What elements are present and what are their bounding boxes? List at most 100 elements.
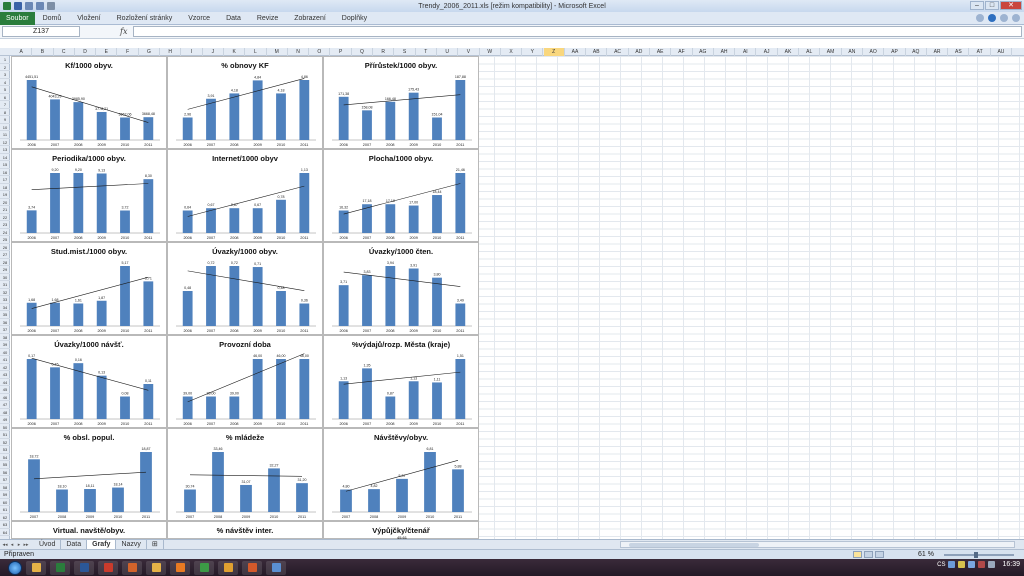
save-icon[interactable] [14, 2, 22, 10]
language-indicator[interactable]: CS [937, 562, 945, 568]
row-header[interactable]: 38 [0, 334, 10, 341]
taskbar-chrome-icon[interactable] [194, 560, 214, 575]
chart[interactable]: % mládeže 30,74 2007 33,46 2008 31,07 2009 32,2… [167, 428, 323, 521]
row-header[interactable]: 30 [0, 274, 10, 281]
column-header[interactable]: B [32, 48, 54, 56]
row-header[interactable]: 42 [0, 364, 10, 371]
chart[interactable]: Virtual. navště/obyv. [11, 521, 167, 539]
chart[interactable]: % návštěv inter. [167, 521, 323, 539]
column-header[interactable]: K [224, 48, 246, 56]
window-restore-icon[interactable] [1000, 14, 1008, 22]
column-header[interactable]: M [267, 48, 288, 56]
column-header[interactable]: AQ [906, 48, 927, 56]
column-header[interactable]: AN [842, 48, 863, 56]
column-header[interactable]: Q [352, 48, 374, 56]
row-header[interactable]: 18 [0, 184, 10, 191]
column-header[interactable]: Y [522, 48, 544, 56]
column-header[interactable]: V [458, 48, 480, 56]
column-header[interactable]: S [394, 48, 416, 56]
row-header[interactable]: 25 [0, 236, 10, 244]
chart[interactable]: Internet/1000 obyv 0,64 2006 0,67 2007 0,67 20… [167, 149, 323, 242]
row-header[interactable]: 13 [0, 146, 10, 154]
tab-data[interactable]: Data [218, 15, 249, 22]
row-header[interactable]: 60 [0, 499, 10, 506]
row-header[interactable]: 6 [0, 94, 10, 101]
chart[interactable]: Úvazky/1000 návšť.0,1720060,1520070,1620… [11, 335, 167, 428]
column-header[interactable]: AD [629, 48, 650, 56]
column-header[interactable]: AO [863, 48, 885, 56]
column-header[interactable]: X [501, 48, 523, 56]
prev-sheet-button[interactable]: ◂ [9, 542, 15, 548]
chart[interactable]: Návštěvy/obyv.4,8020074,8220085,3720096,… [323, 428, 479, 521]
chart[interactable]: Stud.mist./1000 obyv. 1,68 2006 1,68 2007 1,6… [11, 242, 167, 335]
taskbar-pen-icon[interactable] [266, 560, 286, 575]
column-header[interactable]: A [11, 48, 33, 56]
column-header[interactable]: L [245, 48, 267, 56]
start-button[interactable] [8, 560, 22, 575]
row-header[interactable]: 36 [0, 319, 10, 326]
row-header[interactable]: 41 [0, 356, 10, 364]
taskbar-office-icon[interactable] [242, 560, 262, 575]
row-header[interactable]: 53 [0, 446, 10, 454]
row-header[interactable]: 37 [0, 326, 10, 334]
row-header[interactable]: 23 [0, 221, 10, 229]
tab-home[interactable]: Domů [35, 15, 70, 22]
sheet-tab-grafy[interactable]: Grafy [87, 539, 117, 550]
row-header[interactable]: 50 [0, 424, 10, 431]
row-header[interactable]: 47 [0, 401, 10, 409]
column-header[interactable]: AR [927, 48, 949, 56]
tray-alert-icon[interactable] [978, 561, 986, 568]
column-header[interactable]: W [480, 48, 501, 56]
chart[interactable]: Kf/1000 obyv. 4451,51 2006 4043,29 2007 3985,… [11, 56, 167, 149]
tray-network-icon[interactable] [948, 561, 956, 568]
tab-review[interactable]: Revize [249, 15, 286, 22]
row-header[interactable]: 58 [0, 484, 10, 491]
window-close-icon[interactable] [1012, 14, 1020, 22]
first-sheet-button[interactable]: ◂◂ [2, 542, 8, 548]
taskbar-app-icon[interactable] [218, 560, 238, 575]
row-header[interactable]: 48 [0, 409, 10, 416]
help-icon[interactable] [988, 14, 996, 22]
row-header[interactable]: 62 [0, 514, 10, 521]
column-header[interactable]: E [96, 48, 118, 56]
tab-insert[interactable]: Vložení [69, 15, 108, 22]
row-header[interactable]: 27 [0, 251, 10, 259]
column-header[interactable]: I [181, 48, 203, 56]
row-header[interactable]: 19 [0, 191, 10, 199]
formula-input[interactable] [133, 26, 1022, 37]
row-header[interactable]: 7 [0, 101, 10, 109]
row-header[interactable]: 4 [0, 79, 10, 86]
column-header[interactable]: AU [991, 48, 1013, 56]
row-header[interactable]: 51 [0, 431, 10, 439]
print-icon[interactable] [47, 2, 55, 10]
column-header[interactable]: AT [970, 48, 991, 56]
chart[interactable]: Výpůjčky/čtenář 45,61 [323, 521, 479, 540]
row-header[interactable]: 10 [0, 124, 10, 131]
row-header[interactable]: 56 [0, 469, 10, 476]
row-header[interactable]: 33 [0, 296, 10, 304]
column-header[interactable]: R [373, 48, 395, 56]
column-header[interactable]: AL [799, 48, 821, 56]
taskbar-excel-icon[interactable] [50, 560, 70, 575]
column-header[interactable]: AG [693, 48, 714, 56]
tab-formulas[interactable]: Vzorce [180, 15, 218, 22]
zoom-slider-knob[interactable] [974, 552, 978, 558]
normal-view-icon[interactable] [853, 551, 862, 558]
tab-page-layout[interactable]: Rozložení stránky [109, 15, 181, 22]
sheet-tab-nazvy[interactable]: Nazvy [116, 539, 147, 550]
taskbar-folder-icon[interactable] [146, 560, 166, 575]
page-break-view-icon[interactable] [875, 551, 884, 558]
next-sheet-button[interactable]: ▸ [16, 542, 22, 548]
column-header[interactable]: AM [820, 48, 842, 56]
column-header[interactable]: AH [714, 48, 736, 56]
row-header[interactable]: 29 [0, 266, 10, 274]
row-header[interactable]: 39 [0, 341, 10, 349]
chart[interactable]: Periodika/1000 obyv. 3,74 2006 9,20 2007 9,20… [11, 149, 167, 242]
row-header[interactable]: 57 [0, 476, 10, 484]
close-button[interactable]: ✕ [1000, 1, 1022, 10]
row-header[interactable]: 35 [0, 311, 10, 319]
row-header[interactable]: 52 [0, 439, 10, 446]
tray-battery-icon[interactable] [988, 561, 996, 568]
page-layout-view-icon[interactable] [864, 551, 873, 558]
column-header[interactable]: F [118, 48, 139, 56]
